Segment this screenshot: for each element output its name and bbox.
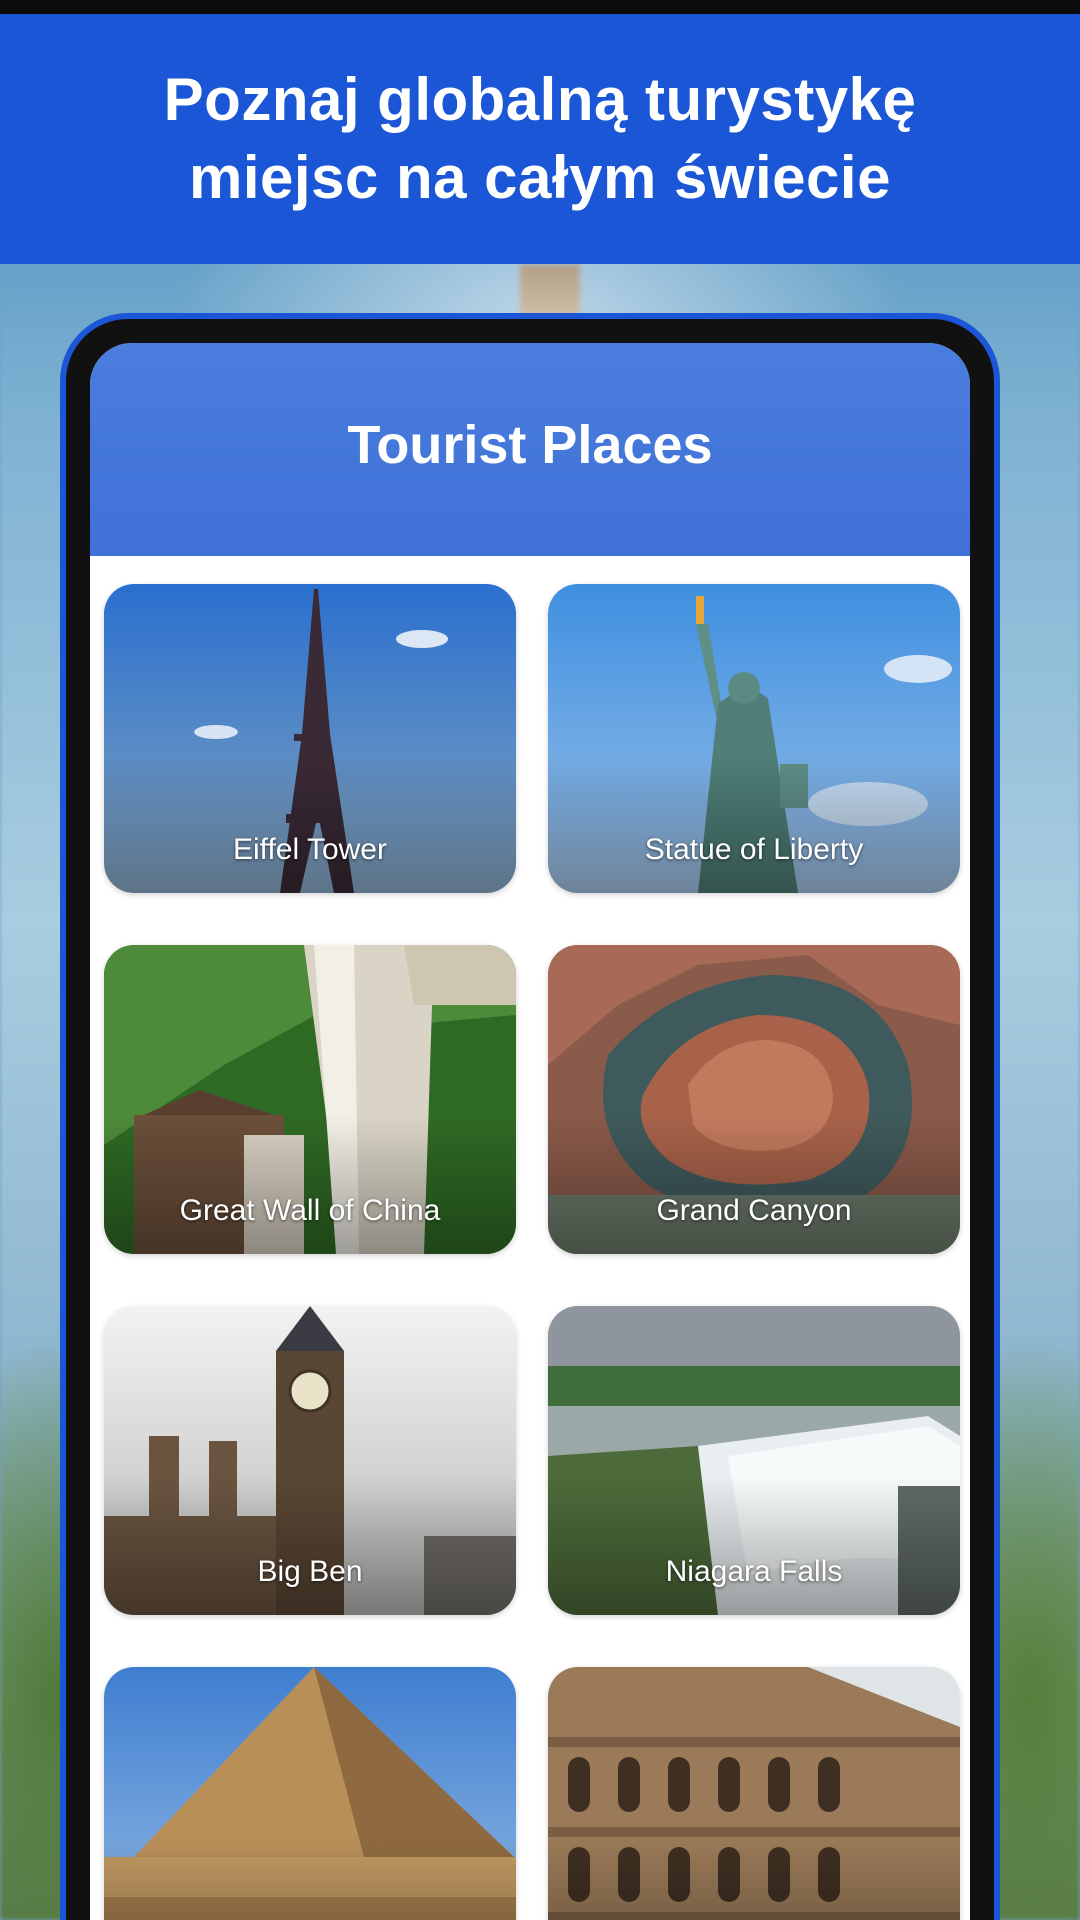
place-card-statue-of-liberty[interactable]: Statue of Liberty — [548, 584, 960, 893]
app-screen: Tourist Places Eiffel Tower Statue of Li… — [90, 343, 970, 1920]
place-card-colosseum[interactable] — [548, 1667, 960, 1920]
app-header: Tourist Places — [90, 343, 970, 556]
place-label: Grand Canyon — [656, 1194, 852, 1227]
place-label: Eiffel Tower — [233, 833, 387, 866]
places-grid: Eiffel Tower Statue of Liberty Great Wal… — [104, 584, 960, 1920]
place-card-eiffel-tower[interactable]: Eiffel Tower — [104, 584, 516, 893]
page-title: Tourist Places — [347, 414, 713, 475]
place-label: Niagara Falls — [665, 1555, 843, 1588]
promo-banner: Poznaj globalną turystykę miejsc na cały… — [0, 14, 1080, 264]
phone-mockup: Tourist Places Eiffel Tower Statue of Li… — [60, 313, 1000, 1920]
status-bar — [0, 0, 1080, 14]
place-label: Statue of Liberty — [644, 833, 864, 866]
place-card-pyramid[interactable] — [104, 1667, 516, 1920]
place-card-niagara-falls[interactable]: Niagara Falls — [548, 1306, 960, 1615]
place-label: Great Wall of China — [179, 1194, 441, 1227]
place-card-great-wall-of-china[interactable]: Great Wall of China — [104, 945, 516, 1254]
place-card-grand-canyon[interactable]: Grand Canyon — [548, 945, 960, 1254]
promo-headline: Poznaj globalną turystykę miejsc na cały… — [163, 66, 917, 211]
place-label: Big Ben — [257, 1555, 363, 1588]
place-card-big-ben[interactable]: Big Ben — [104, 1306, 516, 1615]
